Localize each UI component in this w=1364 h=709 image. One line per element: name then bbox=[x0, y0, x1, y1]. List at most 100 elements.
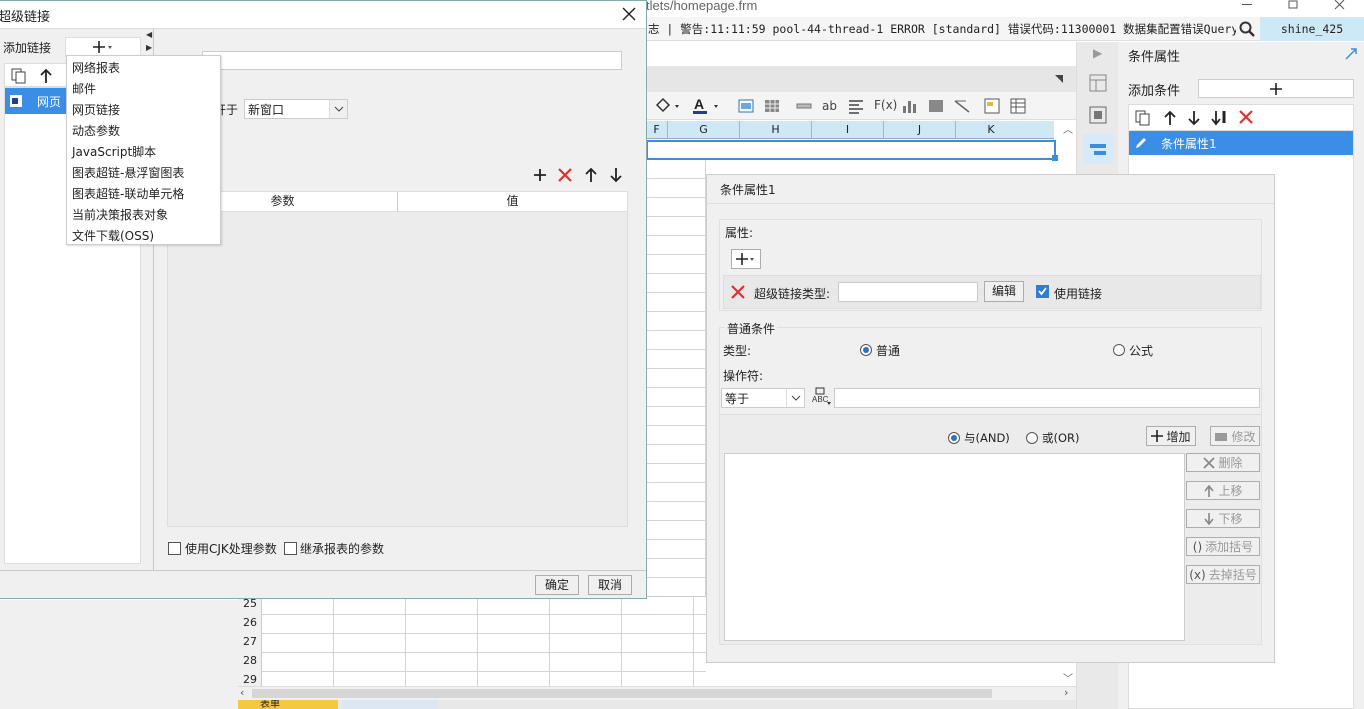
condition-list-box[interactable] bbox=[724, 453, 1185, 641]
type-normal-radio[interactable] bbox=[860, 344, 872, 356]
edit-button[interactable]: 编辑 bbox=[984, 281, 1024, 302]
sheet-icon[interactable] bbox=[1010, 98, 1026, 114]
modify-icon bbox=[1215, 433, 1228, 441]
remove-attr-icon[interactable] bbox=[730, 284, 746, 300]
column-header-cell[interactable]: F bbox=[646, 121, 668, 138]
collapse-toolbar-icon[interactable] bbox=[1054, 73, 1066, 85]
pin-icon[interactable] bbox=[1344, 47, 1358, 61]
menu-item-dynamic-param[interactable]: 动态参数 bbox=[72, 122, 120, 139]
open-in-select[interactable]: 新窗口 bbox=[244, 99, 348, 119]
close-app-icon[interactable] bbox=[1330, 0, 1350, 10]
sheet-grid[interactable] bbox=[646, 160, 706, 600]
expand-arrow-icon[interactable]: ▶ bbox=[1093, 46, 1102, 60]
selection-handle[interactable] bbox=[1052, 155, 1058, 161]
and-radio[interactable] bbox=[948, 432, 960, 444]
menu-item-email[interactable]: 邮件 bbox=[72, 80, 96, 97]
menu-item-file-download[interactable]: 文件下载(OSS) bbox=[72, 227, 154, 244]
menu-item-chart-float[interactable]: 图表超链-悬浮窗图表 bbox=[72, 164, 184, 181]
sheet-tab-2[interactable] bbox=[342, 700, 438, 709]
sheet-hscroll[interactable]: ‹ › bbox=[238, 686, 1076, 700]
add-button[interactable]: 增加 bbox=[1146, 426, 1196, 446]
fill-color-icon[interactable] bbox=[654, 97, 680, 115]
move-down-icon[interactable] bbox=[1187, 110, 1201, 126]
delete-condition-icon[interactable] bbox=[1239, 110, 1253, 124]
hscroll-thumb[interactable] bbox=[252, 689, 992, 698]
link-type-field[interactable] bbox=[838, 282, 978, 302]
menu-item-chart-linkage[interactable]: 图表超链-联动单元格 bbox=[72, 185, 184, 202]
layout-icon[interactable] bbox=[1089, 74, 1107, 92]
restore-icon[interactable] bbox=[1284, 0, 1304, 10]
align-icon[interactable] bbox=[848, 98, 864, 114]
link-url-field[interactable] bbox=[202, 51, 622, 70]
cancel-button[interactable]: 取消 bbox=[588, 575, 632, 595]
modify-button[interactable]: 修改 bbox=[1210, 426, 1260, 446]
column-header-cell[interactable]: H bbox=[740, 121, 812, 138]
sheet-tab[interactable]: 表单 bbox=[238, 700, 338, 709]
condition-attr-icon[interactable] bbox=[1083, 134, 1113, 164]
delete-icon bbox=[1203, 456, 1216, 469]
sheet-vscroll-down[interactable]: ﹀ bbox=[1060, 670, 1076, 685]
add-attr-button[interactable] bbox=[731, 249, 761, 269]
hscroll-right-arrow[interactable]: › bbox=[1064, 686, 1068, 699]
param-down-icon[interactable] bbox=[609, 167, 623, 183]
move-link-up-icon[interactable] bbox=[39, 68, 53, 84]
log-text: 志 | 警告:11:11:59 pool-44-thread-1 ERROR [… bbox=[648, 21, 1236, 36]
remove-bracket-button[interactable]: (x) 去掉括号 bbox=[1186, 565, 1260, 584]
delete-param-icon[interactable] bbox=[558, 168, 572, 182]
sort-icon[interactable] bbox=[1211, 110, 1229, 126]
minimize-icon[interactable] bbox=[1238, 0, 1258, 10]
open-in-chevron-icon[interactable] bbox=[329, 100, 347, 118]
column-header-cell[interactable]: I bbox=[812, 121, 884, 138]
menu-item-current-report[interactable]: 当前决策报表对象 bbox=[72, 206, 168, 223]
scroll-left-arrow[interactable]: ◀ bbox=[146, 30, 152, 39]
form-icon[interactable] bbox=[984, 98, 1000, 114]
condition-list-item[interactable]: 条件属性1 bbox=[1129, 131, 1353, 155]
menu-item-web-link[interactable]: 网页链接 bbox=[72, 101, 120, 118]
sheet-vscroll-up[interactable]: ︿ bbox=[1060, 121, 1076, 137]
table-icon[interactable] bbox=[764, 98, 780, 114]
formula-icon[interactable]: F(x) bbox=[874, 98, 897, 112]
operator-value-field[interactable] bbox=[834, 388, 1260, 408]
text-icon[interactable]: ab bbox=[822, 99, 837, 113]
add-bracket-button[interactable]: () 添加括号 bbox=[1186, 537, 1260, 556]
copy-link-icon[interactable] bbox=[11, 68, 27, 84]
box-icon[interactable] bbox=[928, 98, 944, 114]
delete-button[interactable]: 删除 bbox=[1186, 453, 1260, 472]
add-condition-button[interactable] bbox=[1198, 79, 1354, 98]
widget-icon[interactable] bbox=[1089, 106, 1107, 124]
chart-icon[interactable] bbox=[902, 98, 918, 114]
selected-row[interactable] bbox=[646, 140, 1056, 160]
add-link-dropdown-button[interactable] bbox=[65, 37, 141, 57]
value-type-icon[interactable]: ABC bbox=[810, 386, 832, 408]
chevron-down-icon[interactable] bbox=[786, 389, 804, 407]
or-radio[interactable] bbox=[1026, 432, 1038, 444]
scroll-right-arrow[interactable]: ▶ bbox=[146, 43, 152, 52]
down-button[interactable]: 下移 bbox=[1186, 509, 1260, 528]
menu-item-web-report[interactable]: 网络报表 bbox=[72, 59, 120, 76]
font-color-icon[interactable]: A bbox=[692, 96, 722, 116]
search-icon[interactable] bbox=[1236, 21, 1258, 37]
column-header-cell[interactable]: J bbox=[884, 121, 956, 138]
menu-item-javascript[interactable]: JavaScript脚本 bbox=[72, 143, 156, 160]
insert-image-icon[interactable] bbox=[738, 98, 754, 114]
value-header-cell[interactable]: 值 bbox=[398, 192, 627, 211]
param-up-icon[interactable] bbox=[584, 167, 598, 183]
column-header-cell[interactable]: K bbox=[956, 121, 1026, 138]
add-param-icon[interactable] bbox=[533, 168, 547, 182]
lower-grid-cells[interactable] bbox=[262, 596, 706, 686]
column-header-cell[interactable]: G bbox=[668, 121, 740, 138]
ok-button[interactable]: 确定 bbox=[535, 575, 579, 595]
operator-select[interactable]: 等于 bbox=[721, 388, 805, 408]
use-link-checkbox[interactable] bbox=[1036, 285, 1049, 298]
slash-icon[interactable] bbox=[954, 98, 970, 114]
copy-icon[interactable] bbox=[1135, 110, 1151, 126]
inherit-checkbox[interactable] bbox=[284, 542, 297, 555]
dialog-close-icon[interactable] bbox=[622, 7, 636, 21]
move-up-icon[interactable] bbox=[1163, 110, 1177, 126]
cjk-checkbox[interactable] bbox=[168, 542, 181, 555]
hscroll-left-arrow[interactable]: ‹ bbox=[240, 686, 244, 699]
type-formula-radio[interactable] bbox=[1113, 344, 1125, 356]
up-button[interactable]: 上移 bbox=[1186, 481, 1260, 500]
user-badge[interactable]: shine_425 bbox=[1260, 17, 1364, 41]
merge-icon[interactable] bbox=[796, 98, 812, 114]
